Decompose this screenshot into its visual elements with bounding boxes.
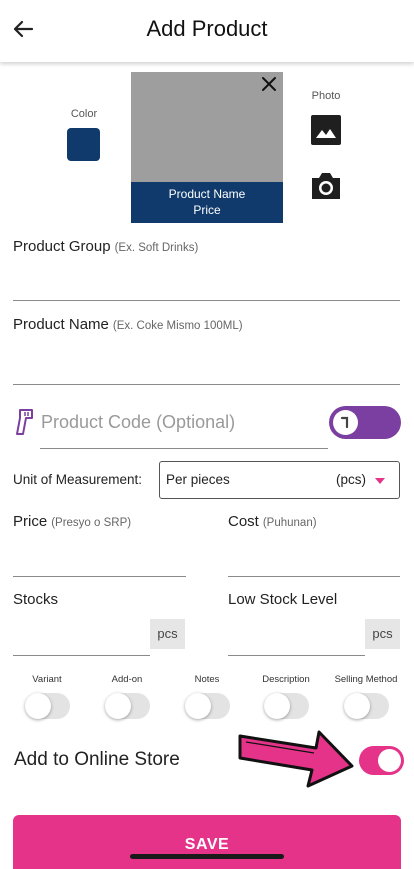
online-store-toggle[interactable] — [359, 746, 404, 775]
variant-label: Variant — [32, 674, 62, 685]
color-swatch[interactable] — [67, 128, 100, 161]
notes-label: Notes — [194, 674, 220, 685]
product-code-underline — [40, 448, 328, 449]
add-on-toggle[interactable] — [105, 693, 150, 719]
product-name-input[interactable] — [13, 384, 400, 385]
color-label: Color — [70, 108, 98, 120]
product-group-hint: (Ex. Soft Drinks) — [114, 242, 199, 254]
product-code-input[interactable]: Product Code (Optional) — [41, 412, 235, 433]
price-hint: (Presyo o SRP) — [51, 517, 132, 529]
home-indicator — [130, 854, 284, 859]
product-name-label-text: Product Name — [13, 316, 109, 333]
stocks-label: Stocks — [13, 591, 59, 608]
image-icon[interactable] — [311, 115, 341, 145]
product-group-label-text: Product Group — [13, 238, 111, 255]
stocks-input[interactable] — [13, 655, 150, 656]
toggle-knob — [185, 693, 211, 719]
cost-input[interactable] — [228, 576, 400, 577]
selling-method-toggle[interactable] — [344, 693, 389, 719]
close-icon[interactable] — [259, 74, 279, 94]
toggle-knob — [264, 693, 290, 719]
low-stock-input[interactable] — [228, 655, 365, 656]
toggle-knob — [333, 410, 358, 435]
uom-select[interactable]: Per pieces (pcs) — [159, 461, 400, 499]
product-code-toggle[interactable] — [329, 406, 401, 439]
toggle-knob — [105, 693, 131, 719]
product-name-label: Product Name (Ex. Coke Mismo 100ML) — [13, 316, 243, 333]
price-label: Price (Presyo o SRP) — [13, 513, 131, 530]
toggle-knob — [25, 693, 51, 719]
scan-icon — [340, 416, 349, 429]
price-input[interactable] — [13, 576, 186, 577]
page-title: Add Product — [146, 16, 268, 41]
description-toggle[interactable] — [264, 693, 309, 719]
notes-toggle[interactable] — [185, 693, 230, 719]
arrow-right-icon — [238, 730, 354, 788]
online-store-label: Add to Online Store — [14, 749, 180, 770]
save-button[interactable]: SAVE — [13, 815, 401, 869]
preview-caption: Product Name Price — [131, 182, 283, 223]
low-stock-label: Low Stock Level — [228, 591, 338, 608]
uom-label: Unit of Measurement: — [13, 472, 143, 487]
preview-price: Price — [193, 203, 221, 217]
caret-down-icon — [375, 478, 385, 484]
uom-unit: (pcs) — [336, 472, 366, 487]
barcode-scanner-icon[interactable] — [12, 408, 36, 436]
product-name-hint: (Ex. Coke Mismo 100ML) — [112, 320, 243, 332]
toggle-knob — [344, 693, 370, 719]
camera-icon[interactable] — [309, 170, 343, 202]
variant-toggle[interactable] — [25, 693, 70, 719]
toggle-knob — [378, 749, 401, 772]
product-group-label: Product Group (Ex. Soft Drinks) — [13, 238, 198, 255]
stocks-unit: pcs — [150, 619, 185, 649]
product-preview: Product Name Price — [131, 72, 283, 223]
description-label: Description — [262, 674, 310, 685]
add-on-label: Add-on — [111, 674, 143, 685]
product-group-input[interactable] — [13, 300, 400, 301]
selling-method-label: Selling Method — [334, 674, 398, 685]
app-header: Add Product — [0, 0, 414, 62]
preview-product-name: Product Name — [168, 187, 246, 201]
photo-label: Photo — [311, 90, 341, 102]
cost-label: Cost (Puhunan) — [228, 513, 317, 530]
price-label-text: Price — [13, 513, 48, 530]
cost-label-text: Cost — [228, 513, 259, 530]
low-stock-unit: pcs — [365, 619, 400, 649]
uom-value: Per pieces — [166, 472, 230, 487]
cost-hint: (Puhunan) — [262, 517, 317, 529]
